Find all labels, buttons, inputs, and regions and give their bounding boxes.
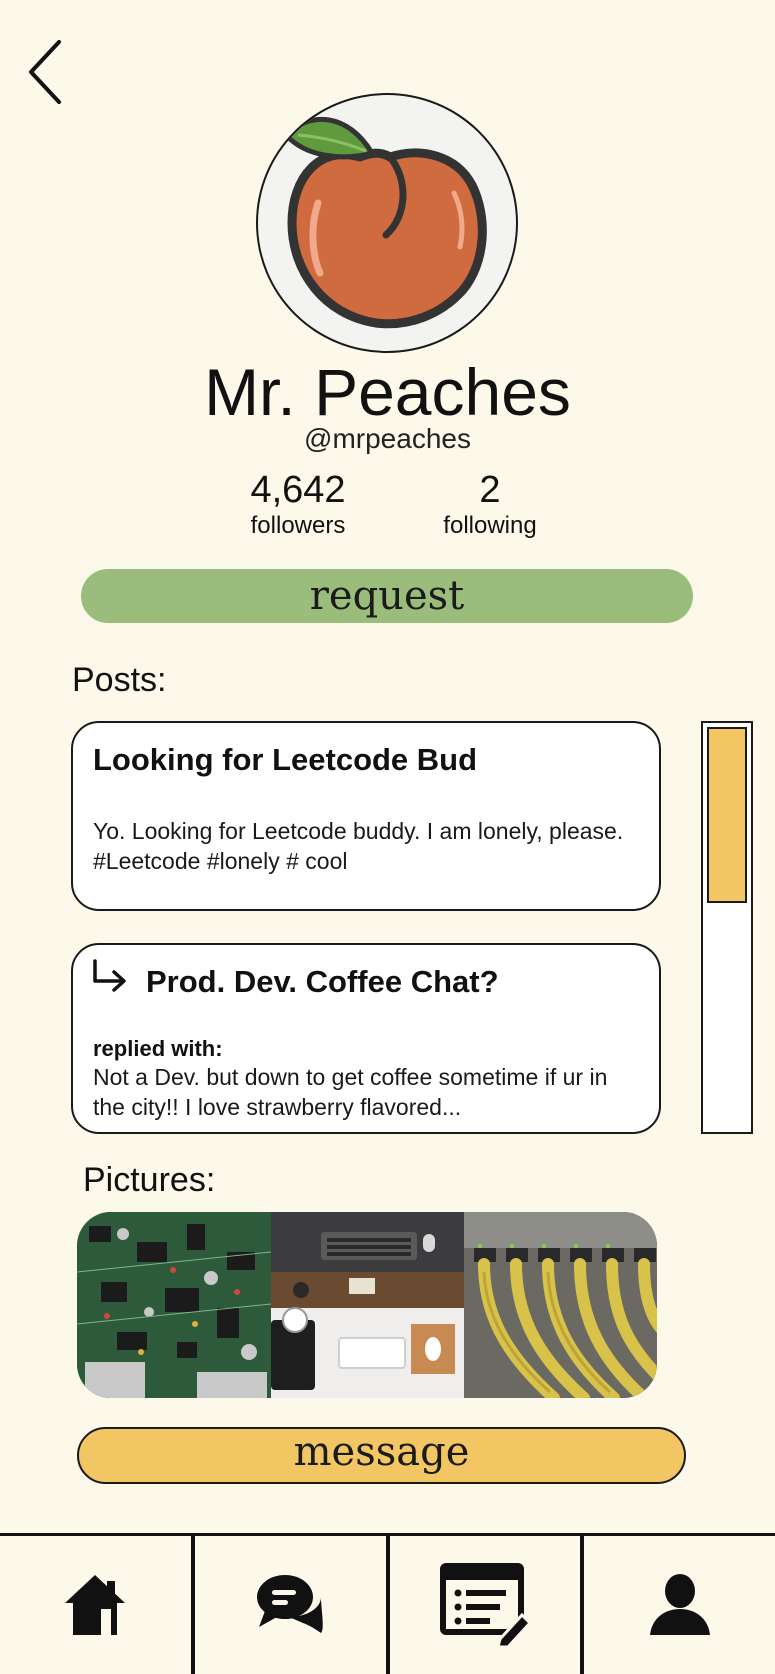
followers-stat[interactable]: 4,642 followers xyxy=(228,468,368,540)
following-count: 2 xyxy=(479,469,501,511)
post-title: Looking for Leetcode Bud xyxy=(93,742,478,777)
post-title: Prod. Dev. Coffee Chat? xyxy=(146,964,499,999)
chat-icon xyxy=(257,1575,323,1633)
circuit-board-photo[interactable] xyxy=(77,1212,271,1398)
nav-profile[interactable] xyxy=(584,1536,775,1674)
posts-scrollbar[interactable] xyxy=(701,721,753,1134)
posts-icon xyxy=(439,1563,530,1647)
desk-workspace-photo[interactable] xyxy=(271,1212,464,1398)
scrollbar-thumb[interactable] xyxy=(707,727,747,903)
pictures-gallery xyxy=(77,1212,657,1398)
reply-post-card[interactable]: Prod. Dev. Coffee Chat? replied with: No… xyxy=(71,943,661,1134)
post-card[interactable]: Looking for Leetcode Bud Yo. Looking for… xyxy=(71,721,661,911)
back-chevron-icon[interactable] xyxy=(26,38,66,106)
following-label: following xyxy=(443,512,537,539)
nav-home[interactable] xyxy=(0,1536,195,1674)
ethernet-cables-photo[interactable] xyxy=(464,1212,657,1398)
bottom-nav xyxy=(0,1533,775,1674)
profile-name: Mr. Peaches xyxy=(204,355,571,429)
avatar xyxy=(256,93,518,353)
request-button[interactable]: request xyxy=(81,569,693,623)
following-stat[interactable]: 2 following xyxy=(420,468,560,540)
nav-posts[interactable] xyxy=(390,1536,585,1674)
post-body: Yo. Looking for Leetcode buddy. I am lon… xyxy=(93,818,624,874)
home-icon xyxy=(65,1575,126,1635)
followers-label: followers xyxy=(250,512,346,539)
profile-icon xyxy=(649,1574,710,1635)
reply-arrow-icon xyxy=(93,959,126,992)
reply-body: Not a Dev. but down to get coffee someti… xyxy=(93,1064,608,1120)
posts-section-title: Posts: xyxy=(72,661,167,699)
nav-chat[interactable] xyxy=(195,1536,390,1674)
replied-with-label: replied with: xyxy=(93,1036,223,1061)
followers-count: 4,642 xyxy=(250,469,346,511)
message-button[interactable]: message xyxy=(77,1427,686,1484)
peach-icon xyxy=(283,117,487,329)
profile-handle: @mrpeaches xyxy=(304,423,471,454)
pictures-section-title: Pictures: xyxy=(83,1161,216,1199)
